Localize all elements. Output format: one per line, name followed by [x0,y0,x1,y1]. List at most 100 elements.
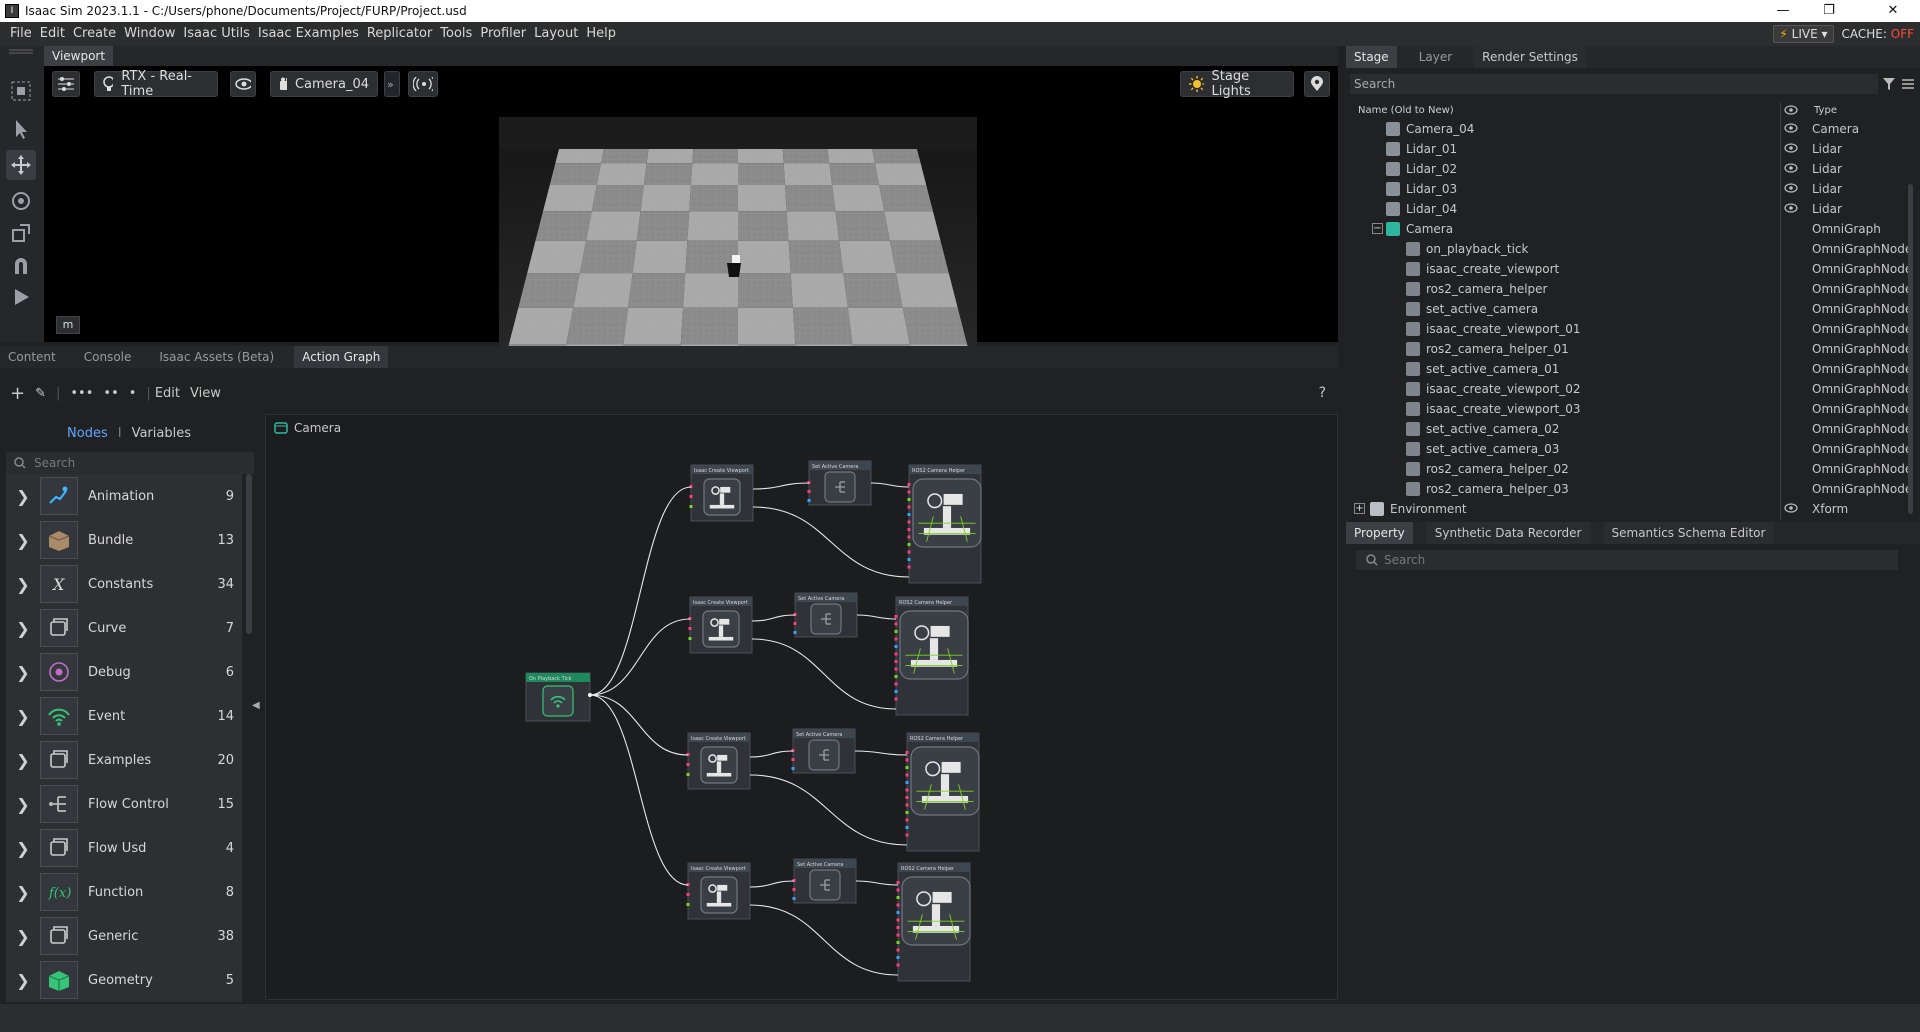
tab-stage[interactable]: Stage [1346,46,1397,68]
add-graph-button[interactable]: + [10,383,25,404]
input-pin[interactable] [894,682,898,686]
input-pin[interactable] [894,697,898,701]
chevron-right-icon[interactable]: ❯ [6,927,40,946]
input-pin[interactable] [792,888,796,891]
input-pin[interactable] [689,505,693,508]
column-type[interactable]: Type [1814,105,1837,116]
menu-window[interactable]: Window [120,22,179,46]
input-pin[interactable] [907,558,911,561]
category-geometry[interactable]: ❯ Geometry 5 [6,958,242,1002]
input-pin[interactable] [907,565,911,569]
input-pin[interactable] [791,767,795,770]
input-pin[interactable] [907,528,911,531]
eye-icon[interactable] [1784,143,1798,153]
input-pin[interactable] [896,881,900,884]
category-flow-usd[interactable]: ❯ Flow Usd 4 [6,826,242,870]
input-pin[interactable] [896,941,900,944]
play-icon[interactable] [6,282,36,312]
stage-row[interactable]: ros2_camera_helper OmniGraphNode [1346,280,1912,300]
input-pin[interactable] [907,490,911,494]
menu-isaac-utils[interactable]: Isaac Utils [179,22,253,46]
input-pin[interactable] [905,796,909,799]
input-pin[interactable] [894,652,898,656]
input-pin[interactable] [896,888,900,892]
live-button[interactable]: ⚡ LIVE ▾ [1773,25,1834,43]
help-button[interactable]: ? [1319,385,1326,401]
category-examples[interactable]: ❯ Examples 20 [6,738,242,782]
menu-create[interactable]: Create [69,22,120,46]
menu-file[interactable]: File [6,22,36,46]
chevron-right-icon[interactable]: ❯ [6,839,40,858]
node-search-input[interactable]: Search [6,452,254,474]
stage-search-input[interactable]: Search [1350,74,1878,94]
chevron-right-icon[interactable]: ❯ [6,531,40,550]
menu-tools[interactable]: Tools [436,22,476,46]
input-pin[interactable] [905,803,909,807]
input-pin[interactable] [689,495,693,498]
menu-graph-view[interactable]: View [190,386,221,401]
input-pin[interactable] [896,926,900,929]
tab-content[interactable]: Content [0,346,64,368]
eye-icon[interactable] [1784,163,1798,173]
select-arrow-icon[interactable] [6,114,36,144]
input-pin[interactable] [905,758,909,762]
maximize-button[interactable]: ❐ [1806,0,1852,22]
input-pin[interactable] [907,483,911,486]
expand-toggle-icon[interactable]: − [1372,223,1383,234]
renderer-dropdown[interactable]: RTX - Real-Time [94,69,218,99]
input-pin[interactable] [896,963,900,967]
tab-render-settings[interactable]: Render Settings [1474,46,1586,68]
input-pin[interactable] [894,622,898,626]
viewport-settings-button[interactable] [52,71,80,97]
node-on-playback-tick[interactable]: On Playback Tick [525,672,592,722]
category-flow-control[interactable]: ❯ Flow Control 15 [6,782,242,826]
input-pin[interactable] [894,690,898,693]
camera-dropdown[interactable]: Camera_04 [270,71,378,97]
input-pin[interactable] [793,631,797,634]
category-constants[interactable]: ❯ X Constants 34 [6,562,242,606]
category-animation[interactable]: ❯ Animation 9 [6,474,242,518]
node-ros2-camera-helper[interactable]: ROS2 Camera Helper [907,464,982,584]
input-pin[interactable] [894,615,898,618]
input-pin[interactable] [894,667,898,671]
input-pin[interactable] [907,535,911,539]
scale-tool-icon[interactable] [6,218,36,248]
stage-row[interactable]: isaac_create_viewport_03 OmniGraphNode [1346,400,1912,420]
chevron-right-icon[interactable]: ❯ [6,883,40,902]
tab-nodes[interactable]: Nodes [67,426,108,441]
node-set-active-camera[interactable]: Set Active Camera [793,592,858,638]
menu-edit[interactable]: Edit [36,22,69,46]
property-search-input[interactable]: Search [1356,550,1898,570]
snap-magnet-icon[interactable] [6,250,36,280]
input-pin[interactable] [894,630,898,633]
layout-all-button[interactable]: ••• [70,386,93,401]
move-tool-icon[interactable] [6,150,36,180]
chevron-right-icon[interactable]: ❯ [6,971,40,990]
input-pin[interactable] [807,490,811,493]
collapse-left-icon[interactable]: ◀ [252,700,260,720]
input-pin[interactable] [896,956,900,959]
stage-row[interactable]: + Environment Xform [1346,500,1906,520]
rotate-tool-icon[interactable] [6,186,36,216]
input-pin[interactable] [807,499,811,502]
location-button[interactable] [1304,71,1330,97]
input-pin[interactable] [896,896,900,899]
cache-status[interactable]: CACHE: OFF [1842,27,1914,41]
input-pin[interactable] [896,911,900,914]
eye-icon[interactable] [1784,503,1798,513]
node-set-active-camera[interactable]: Set Active Camera [807,460,872,506]
stage-row[interactable]: − Camera OmniGraph [1346,220,1906,240]
column-name[interactable]: Name (Old to New) [1358,105,1454,116]
input-pin[interactable] [686,893,690,896]
menu-profiler[interactable]: Profiler [476,22,530,46]
stage-row[interactable]: set_active_camera_03 OmniGraphNode [1346,440,1912,460]
viewport-collapse-handle[interactable]: » [384,71,400,97]
tab-console[interactable]: Console [75,346,140,368]
tab-action-graph[interactable]: Action Graph [294,346,389,368]
input-pin[interactable] [905,788,909,792]
input-pin[interactable] [907,505,911,509]
stage-scrollbar[interactable] [1908,184,1913,514]
stage-row[interactable]: set_active_camera_02 OmniGraphNode [1346,420,1912,440]
stage-row[interactable]: on_playback_tick OmniGraphNode [1346,240,1912,260]
unit-badge[interactable]: m [56,316,80,334]
